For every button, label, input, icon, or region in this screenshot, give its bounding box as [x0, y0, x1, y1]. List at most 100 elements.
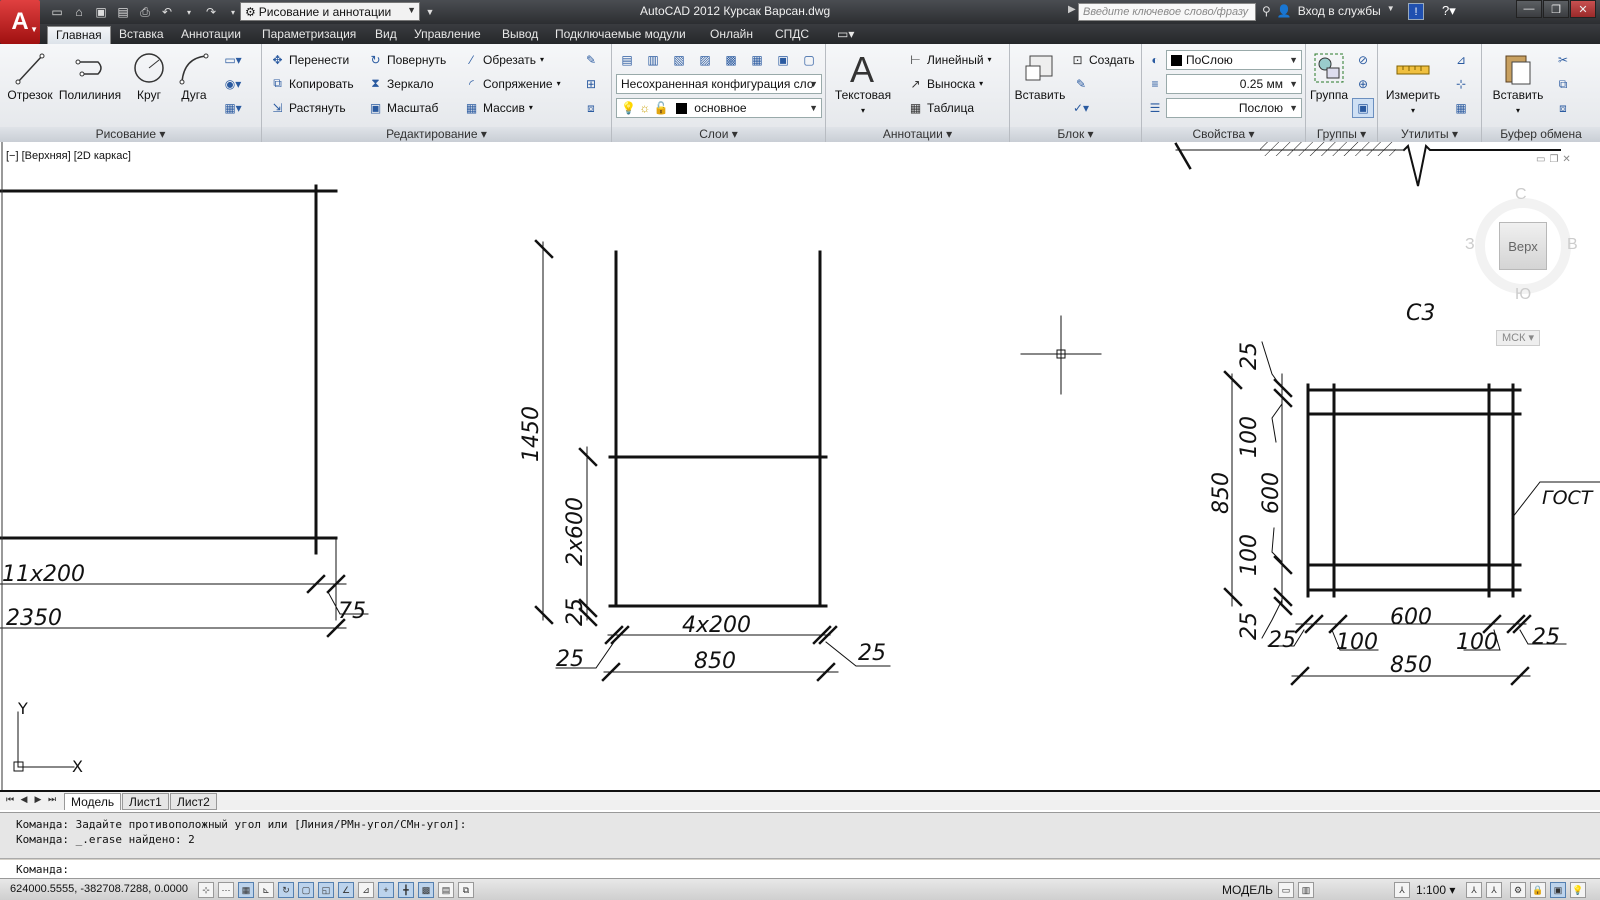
save-as-icon[interactable]: ▤	[114, 3, 132, 21]
panel-groups-title[interactable]: Группы ▾	[1306, 127, 1377, 142]
tab-annotate[interactable]: Аннотации	[173, 26, 249, 44]
match-properties-icon[interactable]: ◐	[1144, 50, 1166, 70]
minimize-icon[interactable]: —	[1516, 0, 1542, 18]
measure-button[interactable]: Измерить ▾	[1382, 50, 1444, 116]
tab-sheet2[interactable]: Лист2	[170, 793, 217, 810]
edit-block-icon[interactable]: ✎	[1070, 74, 1092, 94]
tab-model[interactable]: Модель	[64, 793, 122, 810]
compass-north[interactable]: С	[1515, 186, 1527, 204]
leader-button[interactable]: ↗ Выноска ▾	[908, 76, 983, 91]
layer-select[interactable]: 💡 ☼ 🔓 основное ▼	[616, 98, 822, 118]
explode-icon[interactable]: ⊞	[580, 74, 602, 94]
select-all-icon[interactable]: ⊹	[1450, 74, 1472, 94]
panel-clipboard-title[interactable]: Буфер обмена	[1482, 127, 1600, 142]
layer-isolate-icon[interactable]: ▥	[642, 50, 664, 70]
annotation-visibility-icon[interactable]: ⅄	[1466, 882, 1482, 898]
quick-view-drawings-icon[interactable]: ▥	[1298, 882, 1314, 898]
stretch-button[interactable]: ⇲ Растянуть	[270, 100, 345, 115]
layer-state-select[interactable]: Несохраненная конфигурация сло ▼	[616, 74, 822, 94]
exchange-icon[interactable]: !	[1408, 3, 1424, 20]
ribbon-minimize-icon[interactable]: ▭▾	[829, 26, 862, 44]
panel-modify-title[interactable]: Редактирование ▾	[262, 127, 611, 142]
hatch-icon[interactable]: ◉▾	[222, 74, 244, 94]
viewport-restore-icon[interactable]: ❐	[1549, 154, 1558, 165]
arc-button[interactable]: Дуга	[174, 50, 214, 102]
first-tab-icon[interactable]: ⏮	[4, 794, 16, 808]
grid-display-icon[interactable]: ▦	[238, 882, 254, 898]
redo-icon[interactable]: ↷	[202, 3, 220, 21]
compass-west[interactable]: З	[1465, 236, 1475, 254]
offset-icon[interactable]: ⧈	[580, 98, 602, 118]
group-selection-icon[interactable]: ▣	[1352, 98, 1374, 118]
panel-annotation-title[interactable]: Аннотации ▾	[826, 127, 1009, 142]
color-select[interactable]: ПоСлою ▼	[1166, 50, 1302, 70]
3d-osnap-icon[interactable]: ◱	[318, 882, 334, 898]
object-snap-icon[interactable]: ▢	[298, 882, 314, 898]
workspace-select[interactable]: ⚙ Рисование и аннотации ▼	[240, 2, 420, 21]
help-icon[interactable]: ?▾	[1442, 3, 1456, 19]
search-input[interactable]: Введите ключевое слово/фразу	[1078, 3, 1256, 21]
ortho-mode-icon[interactable]: ⊾	[258, 882, 274, 898]
show-lineweight-icon[interactable]: ╋	[398, 882, 414, 898]
next-tab-icon[interactable]: ▶	[32, 794, 44, 808]
array-button[interactable]: ▦ Массив ▾	[464, 100, 533, 115]
copy-clip-icon[interactable]: ⧉	[1552, 74, 1574, 94]
trim-button[interactable]: ⁄ Обрезать ▾	[464, 52, 543, 67]
rectangle-icon[interactable]: ▭▾	[222, 50, 244, 70]
transparency-icon[interactable]: ▩	[418, 882, 434, 898]
panel-utilities-title[interactable]: Утилиты ▾	[1378, 127, 1481, 142]
auto-scale-icon[interactable]: ⅄	[1486, 882, 1502, 898]
open-file-icon[interactable]: ⌂	[70, 3, 88, 21]
line-button[interactable]: Отрезок	[6, 50, 54, 102]
compass-south[interactable]: Ю	[1515, 286, 1531, 304]
linetype-select[interactable]: Послою ▼	[1166, 98, 1302, 118]
block-attributes-icon[interactable]: ✓▾	[1070, 98, 1092, 118]
last-tab-icon[interactable]: ⏭	[46, 794, 58, 808]
tab-parametric[interactable]: Параметризация	[254, 26, 364, 44]
lineweight-select[interactable]: 0.25 мм ▼	[1166, 74, 1302, 94]
lock-ui-icon[interactable]: 🔒	[1530, 882, 1546, 898]
layer-unisolate-icon[interactable]: ▢	[798, 50, 820, 70]
copy-with-base-icon[interactable]: ⧈	[1552, 98, 1574, 118]
tab-view[interactable]: Вид	[367, 26, 405, 44]
polyline-button[interactable]: Полилиния	[56, 50, 124, 102]
customize-qat-button[interactable]: ▼	[423, 2, 437, 21]
workspace-switching-icon[interactable]: ⚙	[1510, 882, 1526, 898]
insert-block-button[interactable]: Вставить	[1012, 50, 1068, 102]
new-file-icon[interactable]: ▭	[48, 3, 66, 21]
tab-plugins[interactable]: Подключаемые модули	[547, 26, 694, 44]
cad-canvas[interactable]: 11x200 2350 75 1450 2x600 25 4x200 25 85…	[0, 142, 1600, 790]
text-button[interactable]: A Текстовая ▾	[834, 50, 892, 116]
infer-constraints-icon[interactable]: ⊹	[198, 882, 214, 898]
application-menu-button[interactable]: A ▼	[0, 0, 40, 44]
paste-button[interactable]: Вставить ▾	[1488, 50, 1548, 116]
layer-freeze-icon[interactable]: ▧	[668, 50, 690, 70]
snap-mode-icon[interactable]: ⋯	[218, 882, 234, 898]
tab-manage[interactable]: Управление	[406, 26, 489, 44]
layer-off-icon[interactable]: ▨	[694, 50, 716, 70]
restore-icon[interactable]: ❐	[1543, 0, 1569, 18]
tab-sheet1[interactable]: Лист1	[122, 793, 169, 810]
fillet-button[interactable]: ◜ Сопряжение ▾	[464, 76, 560, 91]
undo-dropdown-icon[interactable]: ▾	[180, 3, 198, 21]
panel-properties-title[interactable]: Свойства ▾	[1142, 127, 1305, 142]
quick-view-layouts-icon[interactable]: ▭	[1278, 882, 1294, 898]
polar-tracking-icon[interactable]: ↻	[278, 882, 294, 898]
layer-properties-icon[interactable]: ▤	[616, 50, 638, 70]
annotation-scale-select[interactable]: 1:100 ▾	[1416, 883, 1455, 897]
undo-icon[interactable]: ↶	[158, 3, 176, 21]
tab-home[interactable]: Главная	[47, 26, 111, 44]
panel-block-title[interactable]: Блок ▾	[1010, 127, 1141, 142]
viewcube-top-face[interactable]: Верх	[1499, 222, 1547, 270]
circle-button[interactable]: Круг	[128, 50, 170, 102]
move-button[interactable]: ✥ Перенести	[270, 52, 349, 67]
layer-walk-icon[interactable]: ▣	[772, 50, 794, 70]
selection-cycling-icon[interactable]: ⧉	[458, 882, 474, 898]
group-edit-icon[interactable]: ⊕	[1352, 74, 1374, 94]
model-space-toggle[interactable]: МОДЕЛЬ	[1222, 883, 1273, 897]
panel-layers-title[interactable]: Слои ▾	[612, 127, 825, 142]
cut-icon[interactable]: ✂	[1552, 50, 1574, 70]
rotate-button[interactable]: ↻ Повернуть	[368, 52, 446, 67]
save-icon[interactable]: ▣	[92, 3, 110, 21]
tab-online[interactable]: Онлайн	[702, 26, 761, 44]
